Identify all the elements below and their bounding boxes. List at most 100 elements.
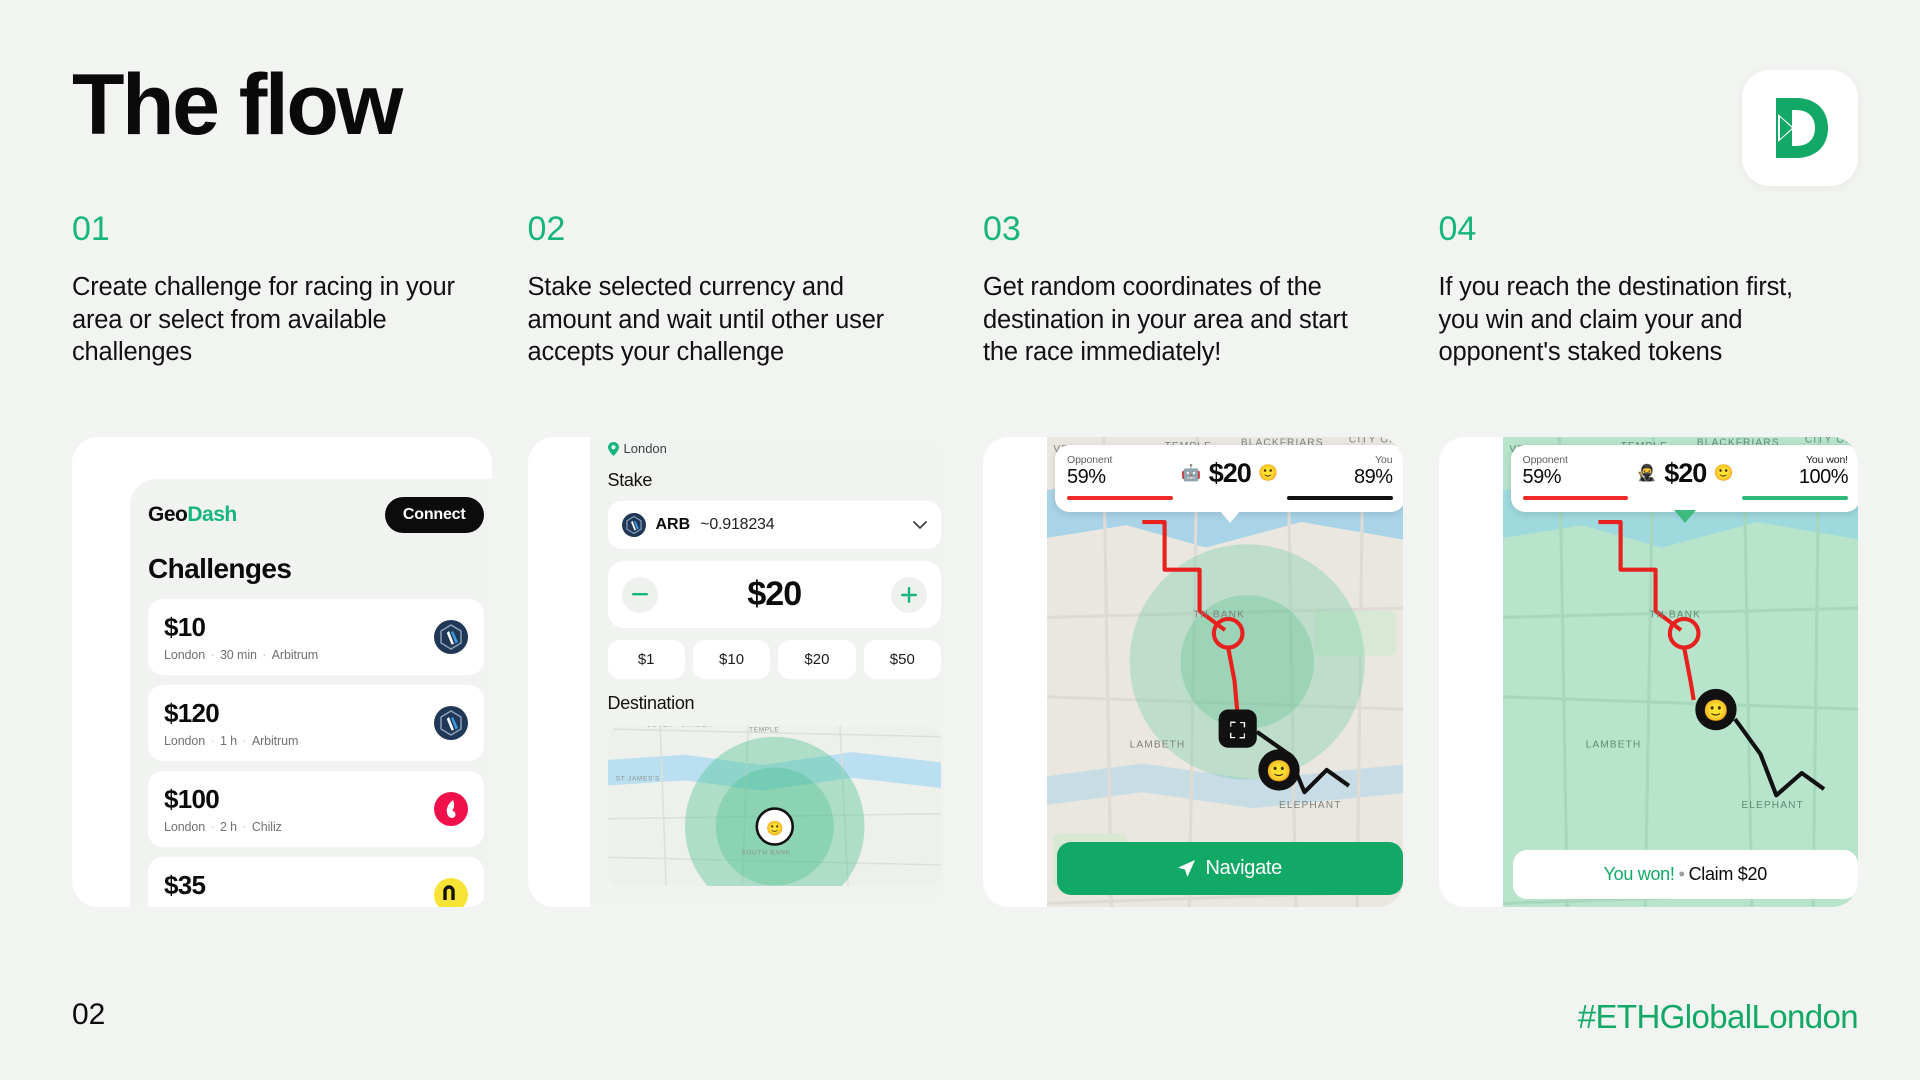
slide-root: The flow 01 Create challenge for racing … — [0, 0, 1920, 1080]
step-number: 01 — [72, 210, 110, 248]
quick-amount-50[interactable]: $50 — [863, 640, 941, 679]
meta-dot: · — [239, 734, 250, 748]
phone3-screen: ⛶ 🙂 VENT GARDEN TEMPLE BLACKFRIARS CITY … — [1047, 437, 1403, 907]
arbitrum-token-icon — [621, 513, 646, 537]
brand-dash: Dash — [187, 503, 237, 526]
opponent-label: Opponent — [1067, 454, 1113, 466]
challenges-heading: Challenges — [148, 553, 292, 584]
challenge-city: London — [164, 734, 206, 748]
geodash-logo-icon — [1742, 70, 1858, 186]
plus-icon — [900, 586, 917, 603]
step-number: 04 — [1438, 210, 1477, 248]
you-stats: You 89% — [1286, 454, 1393, 500]
stake-amount: $20 — [1664, 458, 1707, 488]
navigate-button[interactable]: Navigate — [1057, 842, 1403, 895]
currency-select[interactable]: ARB ~0.918234 — [607, 501, 941, 549]
challenge-meta: London · 45 min · Mantle — [164, 906, 309, 907]
win-hud: Opponent 59% 🥷 $20 🙂 You won! 100% — [1510, 445, 1858, 523]
claim-button-label[interactable]: Claim $20 — [1689, 864, 1768, 884]
you-avatar: 🙂 — [1713, 465, 1734, 482]
you-progress-bar — [1742, 496, 1848, 500]
location-pin-icon — [607, 441, 619, 456]
opponent-avatar: 🥷 — [1636, 465, 1657, 482]
stake-display: 🤖 $20 🙂 — [1179, 454, 1281, 489]
challenge-chain: Arbitrum — [271, 648, 319, 662]
claim-bar[interactable]: You won! • Claim $20 — [1512, 850, 1858, 899]
svg-text:🙂: 🙂 — [765, 820, 783, 836]
challenge-meta: London · 1 h · Arbitrum — [164, 734, 298, 748]
screenshot-cards-row: GeoDash Connect Challenges $10 London · … — [72, 437, 1858, 907]
quick-amount-10[interactable]: $10 — [692, 640, 771, 679]
location-label: London — [623, 441, 667, 456]
opponent-stats: Opponent 59% — [1067, 454, 1173, 500]
challenge-chain: Arbitrum — [251, 734, 299, 748]
step-description: Stake selected currency and amount and w… — [527, 273, 885, 367]
step-number: 03 — [983, 210, 1021, 248]
svg-text:TH BANK: TH BANK — [1649, 609, 1701, 620]
you-stats: You won! 100% — [1742, 454, 1848, 500]
opponent-stats: Opponent 59% — [1522, 454, 1629, 500]
list-item[interactable]: $100 London · 2 h · Chiliz — [148, 771, 484, 847]
meta-dot: · — [207, 648, 218, 662]
navigation-arrow-icon — [1178, 860, 1196, 877]
phone-mockup-race: ⛶ 🙂 VENT GARDEN TEMPLE BLACKFRIARS CITY … — [983, 437, 1403, 907]
challenge-city: London — [164, 820, 206, 834]
hud-pointer — [1674, 509, 1697, 523]
challenge-duration: 1 h — [219, 734, 238, 748]
you-progress-value: 100% — [1798, 466, 1849, 488]
svg-text:⛶: ⛶ — [1230, 718, 1246, 743]
stake-display: 🥷 $20 🙂 — [1634, 454, 1736, 489]
challenge-chain: Chiliz — [251, 820, 282, 834]
quick-amount-chips: $1 $10 $20 $50 — [607, 640, 941, 679]
location-row: London — [607, 441, 942, 456]
quick-amount-20[interactable]: $20 — [778, 640, 856, 679]
phone-mockup-win: 🙂 VENT GARDEN TEMPLE BLACKFRIARS CITY OF… — [1438, 437, 1858, 907]
quick-amount-1[interactable]: $1 — [607, 640, 685, 679]
challenge-info: $120 London · 1 h · Arbitrum — [164, 698, 298, 748]
stake-amount-value: $20 — [747, 575, 802, 613]
page-title: The flow — [72, 57, 403, 153]
opponent-progress-bar — [1522, 496, 1629, 500]
list-item[interactable]: $120 London · 1 h · Arbitrum — [148, 685, 484, 761]
decrement-button[interactable] — [621, 576, 658, 613]
meta-dot: · — [258, 648, 270, 662]
hud-pointer — [1218, 509, 1241, 523]
chevron-down-icon[interactable] — [913, 518, 927, 533]
challenge-amount: $35 — [164, 870, 206, 900]
step-number: 02 — [527, 210, 566, 248]
svg-text:ELEPHANT: ELEPHANT — [1279, 800, 1342, 811]
step-description: If you reach the destination first, you … — [1438, 273, 1794, 367]
challenge-amount: $120 — [164, 698, 220, 728]
step-03: 03 Get random coordinates of the destina… — [983, 210, 1403, 369]
connect-button[interactable]: Connect — [384, 497, 484, 533]
step-description: Get random coordinates of the destinatio… — [983, 273, 1348, 367]
won-text: You won! — [1603, 864, 1675, 884]
meta-dot: · — [207, 820, 218, 834]
opponent-avatar: 🤖 — [1181, 465, 1202, 482]
svg-text:TH BANK: TH BANK — [1193, 609, 1245, 620]
destination-map[interactable]: 🙂 COVENT GARDEN TEMPLE BLACKFRIARS LONDO… — [607, 726, 941, 886]
stake-label: Stake — [607, 470, 653, 490]
you-label: You — [1375, 454, 1393, 466]
svg-text:COVENT GARDEN: COVENT GARDEN — [646, 726, 712, 728]
svg-text:ELEPHANT: ELEPHANT — [1741, 800, 1804, 811]
list-item[interactable]: $35 London · 45 min · Mantle — [148, 857, 484, 907]
challenge-amount: $10 — [164, 612, 206, 642]
meta-dot: · — [257, 906, 272, 907]
phone1-screen: GeoDash Connect Challenges $10 London · … — [130, 479, 492, 907]
page-number: 02 — [72, 998, 106, 1031]
list-item[interactable]: $10 London · 30 min · Arbitrum — [148, 599, 484, 675]
challenge-duration: 45 min — [220, 906, 257, 907]
phone-mockup-stake: London Stake ARB ~0.918234 $20 $1 $10 $2… — [527, 437, 947, 907]
you-progress-value: 89% — [1353, 466, 1393, 488]
arbitrum-token-icon — [433, 620, 468, 654]
challenge-info: $100 London · 2 h · Chiliz — [164, 784, 282, 834]
app-logo-wordmark: GeoDash — [148, 503, 237, 527]
separator: • — [1678, 864, 1685, 884]
step-description: Create challenge for racing in your area… — [72, 273, 455, 367]
challenge-chain: Mantle — [272, 906, 309, 907]
currency-value: ~0.918234 — [700, 516, 775, 533]
arbitrum-token-icon — [433, 706, 468, 740]
meta-dot: · — [205, 906, 220, 907]
increment-button[interactable] — [890, 576, 927, 613]
